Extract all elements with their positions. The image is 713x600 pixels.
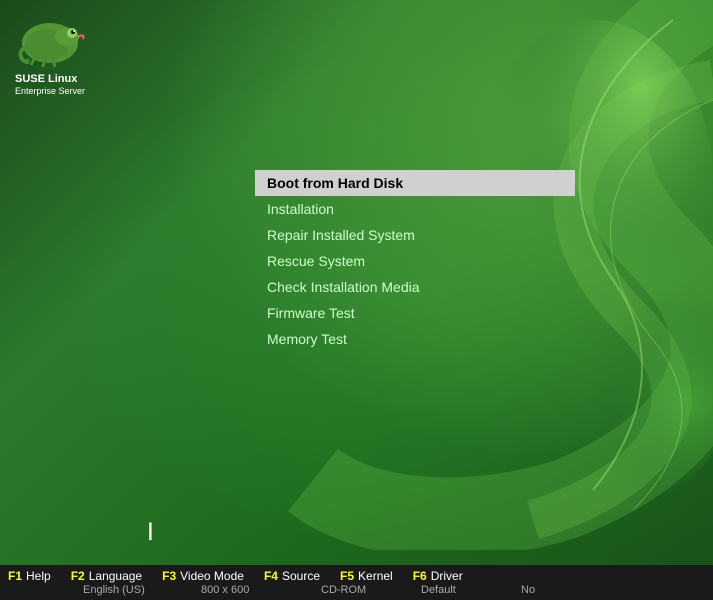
status-row-values: English (US) 800 x 600 CD-ROM Default No [8, 584, 705, 596]
status-f6[interactable]: F6 Driver [413, 569, 463, 583]
text-cursor: | [145, 522, 156, 542]
menu-item-repair[interactable]: Repair Installed System [255, 222, 575, 248]
logo-brand: SUSE Linux [15, 72, 85, 86]
status-row-labels: F1 Help F2 Language F3 Video Mode F4 Sou… [8, 569, 705, 583]
status-f2[interactable]: F2 Language [71, 569, 142, 583]
logo-area: SUSE Linux Enterprise Server [15, 15, 85, 98]
status-f5-value: Default [421, 584, 501, 596]
f2-label: Language [89, 569, 142, 583]
f3-value: 800 x 600 [201, 584, 249, 596]
menu-item-memory-test[interactable]: Memory Test [255, 326, 575, 352]
logo-product: Enterprise Server [15, 86, 85, 98]
f6-label: Driver [431, 569, 463, 583]
status-f4[interactable]: F4 Source [264, 569, 320, 583]
status-bar: F1 Help F2 Language F3 Video Mode F4 Sou… [0, 565, 713, 600]
f4-label: Source [282, 569, 320, 583]
f3-key: F3 [162, 569, 176, 583]
menu-item-boot-hard-disk[interactable]: Boot from Hard Disk [255, 170, 575, 196]
f5-key: F5 [340, 569, 354, 583]
f4-key: F4 [264, 569, 278, 583]
f2-value: English (US) [83, 584, 145, 596]
f3-label: Video Mode [180, 569, 244, 583]
status-f2-value: English (US) [83, 584, 181, 596]
f2-key: F2 [71, 569, 85, 583]
menu-item-check-media[interactable]: Check Installation Media [255, 274, 575, 300]
status-f3-value: 800 x 600 [201, 584, 301, 596]
status-f6-value: No [521, 584, 535, 596]
boot-menu: Boot from Hard Disk Installation Repair … [255, 170, 575, 352]
suse-logo-icon [15, 15, 85, 70]
status-f1[interactable]: F1 Help [8, 569, 51, 583]
menu-item-firmware-test[interactable]: Firmware Test [255, 300, 575, 326]
f1-label: Help [26, 569, 51, 583]
status-f4-value: CD-ROM [321, 584, 401, 596]
f6-key: F6 [413, 569, 427, 583]
status-f5[interactable]: F5 Kernel [340, 569, 393, 583]
f5-value: Default [421, 584, 456, 596]
f5-label: Kernel [358, 569, 393, 583]
menu-item-installation[interactable]: Installation [255, 196, 575, 222]
f1-key: F1 [8, 569, 22, 583]
menu-item-rescue[interactable]: Rescue System [255, 248, 575, 274]
status-f3[interactable]: F3 Video Mode [162, 569, 244, 583]
f4-value: CD-ROM [321, 584, 366, 596]
f6-value: No [521, 584, 535, 596]
